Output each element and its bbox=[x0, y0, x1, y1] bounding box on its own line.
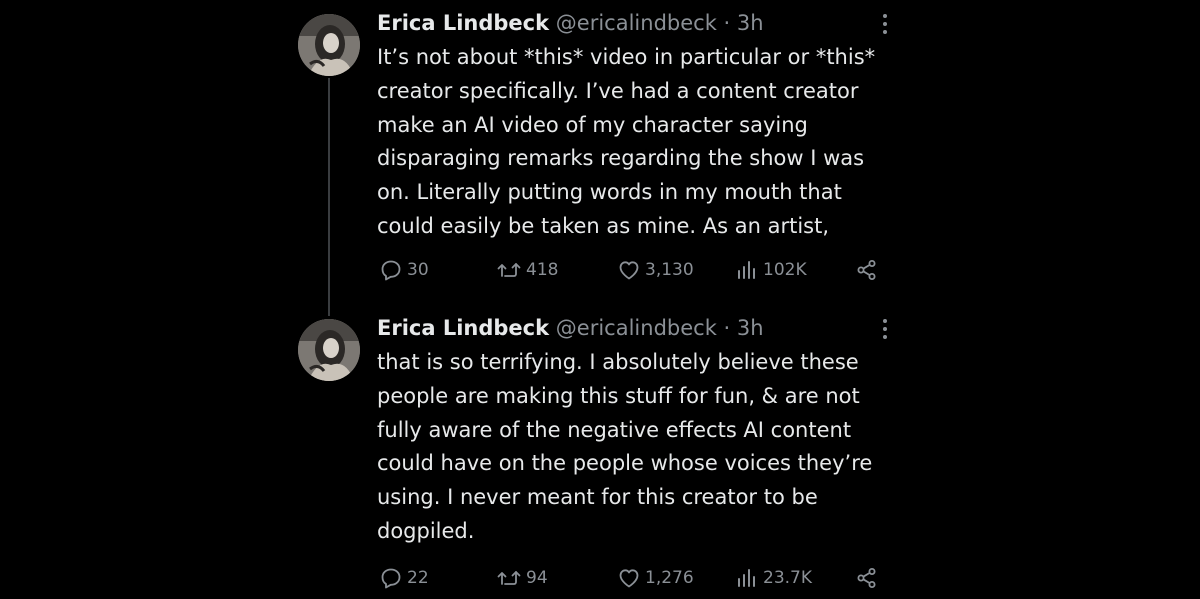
tweet-actions: 22 94 1,276 23.7K bbox=[379, 565, 889, 591]
avatar[interactable] bbox=[298, 14, 360, 76]
tweet-header: Erica Lindbeck @ericalindbeck · 3h bbox=[377, 313, 897, 343]
views-button[interactable]: 23.7K bbox=[735, 565, 812, 591]
separator-dot: · bbox=[723, 316, 731, 340]
author-name[interactable]: Erica Lindbeck bbox=[377, 11, 549, 35]
views-button[interactable]: 102K bbox=[735, 257, 807, 283]
tweet-text: that is so terrifying. I absolutely beli… bbox=[377, 350, 873, 543]
repost-button[interactable]: 94 bbox=[496, 565, 548, 591]
more-vertical-icon[interactable] bbox=[874, 317, 896, 341]
share-icon bbox=[855, 566, 883, 590]
tweet-actions: 30 418 3,130 102K bbox=[379, 257, 889, 283]
timestamp[interactable]: 3h bbox=[737, 11, 764, 35]
reply-button[interactable]: 30 bbox=[379, 257, 429, 283]
reply-button[interactable]: 22 bbox=[379, 565, 429, 591]
like-count: 1,276 bbox=[645, 568, 694, 588]
heart-icon bbox=[617, 566, 645, 590]
reply-count: 30 bbox=[407, 260, 429, 280]
views-icon bbox=[735, 258, 763, 282]
like-count: 3,130 bbox=[645, 260, 694, 280]
share-icon bbox=[855, 258, 883, 282]
reply-count: 22 bbox=[407, 568, 429, 588]
repost-icon bbox=[496, 258, 526, 282]
separator-dot: · bbox=[723, 11, 731, 35]
like-button[interactable]: 1,276 bbox=[617, 565, 694, 591]
tweet-header: Erica Lindbeck @ericalindbeck · 3h bbox=[377, 8, 897, 38]
timestamp[interactable]: 3h bbox=[737, 316, 764, 340]
author-handle[interactable]: @ericalindbeck bbox=[556, 11, 717, 35]
heart-icon bbox=[617, 258, 645, 282]
avatar[interactable] bbox=[298, 319, 360, 381]
share-button[interactable] bbox=[855, 565, 883, 591]
author-handle[interactable]: @ericalindbeck bbox=[556, 316, 717, 340]
reply-icon bbox=[379, 566, 407, 590]
thread-connector-line bbox=[328, 78, 330, 316]
reply-icon bbox=[379, 258, 407, 282]
repost-count: 94 bbox=[526, 568, 548, 588]
views-icon bbox=[735, 566, 763, 590]
tweet-text: It’s not about *this* video in particula… bbox=[377, 45, 876, 238]
more-vertical-icon[interactable] bbox=[874, 12, 896, 36]
repost-icon bbox=[496, 566, 526, 590]
author-name[interactable]: Erica Lindbeck bbox=[377, 316, 549, 340]
views-count: 23.7K bbox=[763, 568, 812, 588]
share-button[interactable] bbox=[855, 257, 883, 283]
repost-button[interactable]: 418 bbox=[496, 257, 558, 283]
repost-count: 418 bbox=[526, 260, 559, 280]
like-button[interactable]: 3,130 bbox=[617, 257, 694, 283]
views-count: 102K bbox=[763, 260, 807, 280]
